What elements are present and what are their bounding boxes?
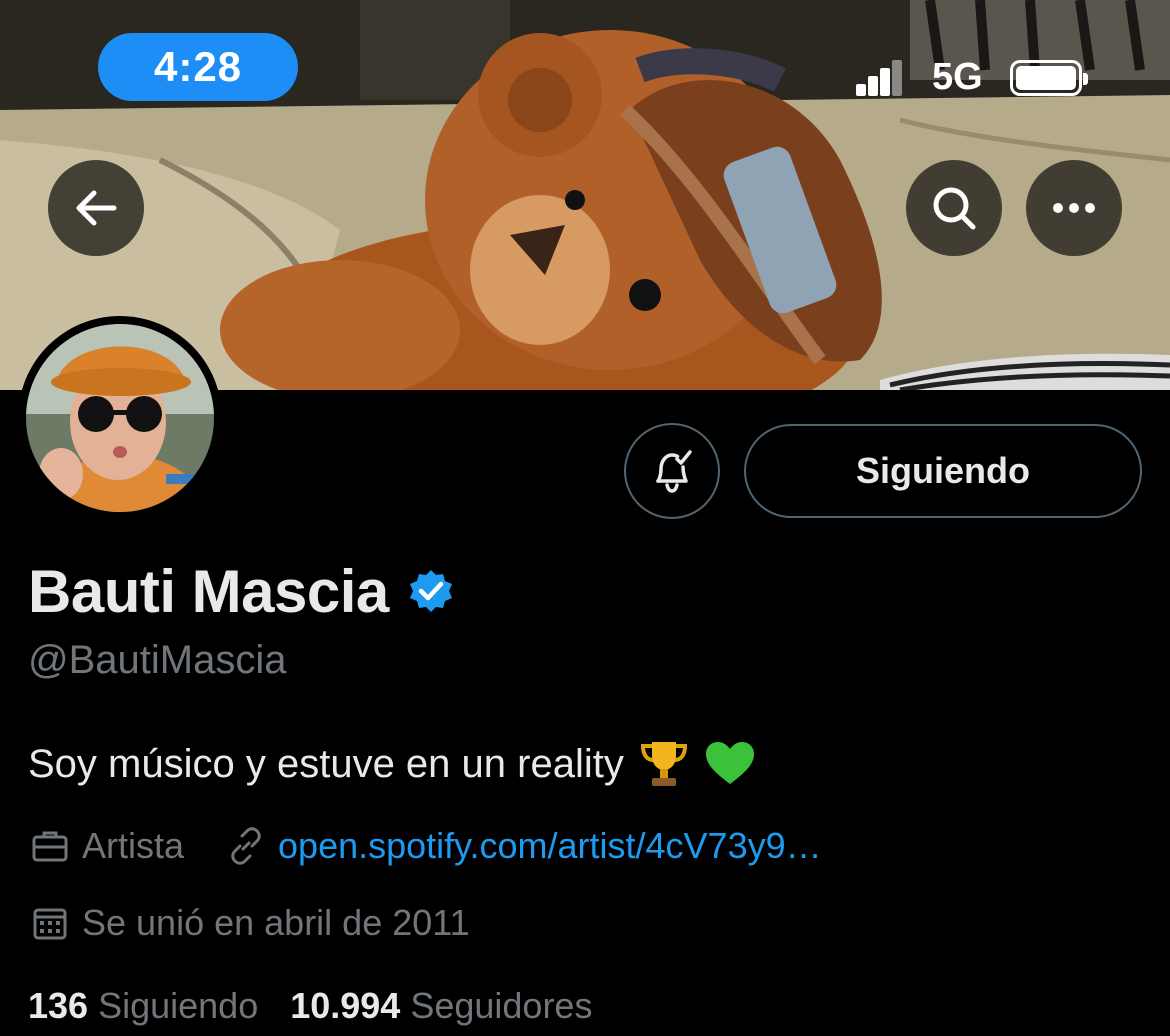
arrow-left-icon — [76, 190, 117, 226]
search-icon — [933, 187, 976, 230]
bio-text: Soy músico y estuve en un reality — [28, 741, 624, 786]
trophy-emoji-icon — [640, 742, 687, 786]
followers-count: 10.994 — [290, 985, 401, 1026]
notifications-subscribed-button[interactable] — [624, 423, 720, 519]
briefcase-icon — [32, 831, 68, 862]
more-dots-icon — [1053, 203, 1095, 213]
followers-label: Seguidores — [410, 985, 593, 1026]
back-button[interactable] — [48, 160, 144, 256]
profile-bio: Soy músico y estuve en un reality — [28, 738, 756, 790]
profile-name-row: Bauti Mascia — [28, 557, 455, 626]
profile-joined-row: Se unió en abril de 2011 — [30, 902, 470, 944]
battery-icon — [1010, 60, 1088, 96]
profile-link[interactable]: open.spotify.com/artist/4cV73y9… — [278, 825, 822, 867]
profile-name: Bauti Mascia — [28, 558, 389, 625]
cellular-signal-icon — [856, 60, 902, 96]
followers-stat[interactable]: 10.994 Seguidores — [290, 985, 592, 1027]
profile-joined-date: Se unió en abril de 2011 — [82, 902, 470, 943]
profile-stats: 136 Siguiendo 10.994 Seguidores — [28, 985, 592, 1027]
following-stat[interactable]: 136 Siguiendo — [28, 985, 258, 1027]
link-icon — [231, 827, 261, 865]
green-heart-emoji-icon — [705, 742, 754, 784]
more-options-button[interactable] — [1026, 160, 1122, 256]
bell-check-icon — [656, 450, 692, 493]
avatar-photo — [26, 324, 214, 512]
following-count: 136 — [28, 985, 89, 1026]
verified-badge-icon[interactable] — [407, 568, 455, 616]
search-button[interactable] — [906, 160, 1002, 256]
network-type: 5G — [932, 56, 983, 98]
profile-handle: @BautiMascia — [28, 638, 287, 682]
following-label: Siguiendo — [98, 985, 259, 1026]
profile-meta-row: Artista open.spotify.com/artist/4cV73y9… — [30, 825, 822, 867]
calendar-icon — [33, 908, 67, 940]
following-button[interactable]: Siguiendo — [744, 424, 1142, 518]
profile-category: Artista — [82, 825, 185, 866]
profile-avatar[interactable] — [18, 316, 222, 520]
status-time: 4:28 — [98, 33, 298, 101]
